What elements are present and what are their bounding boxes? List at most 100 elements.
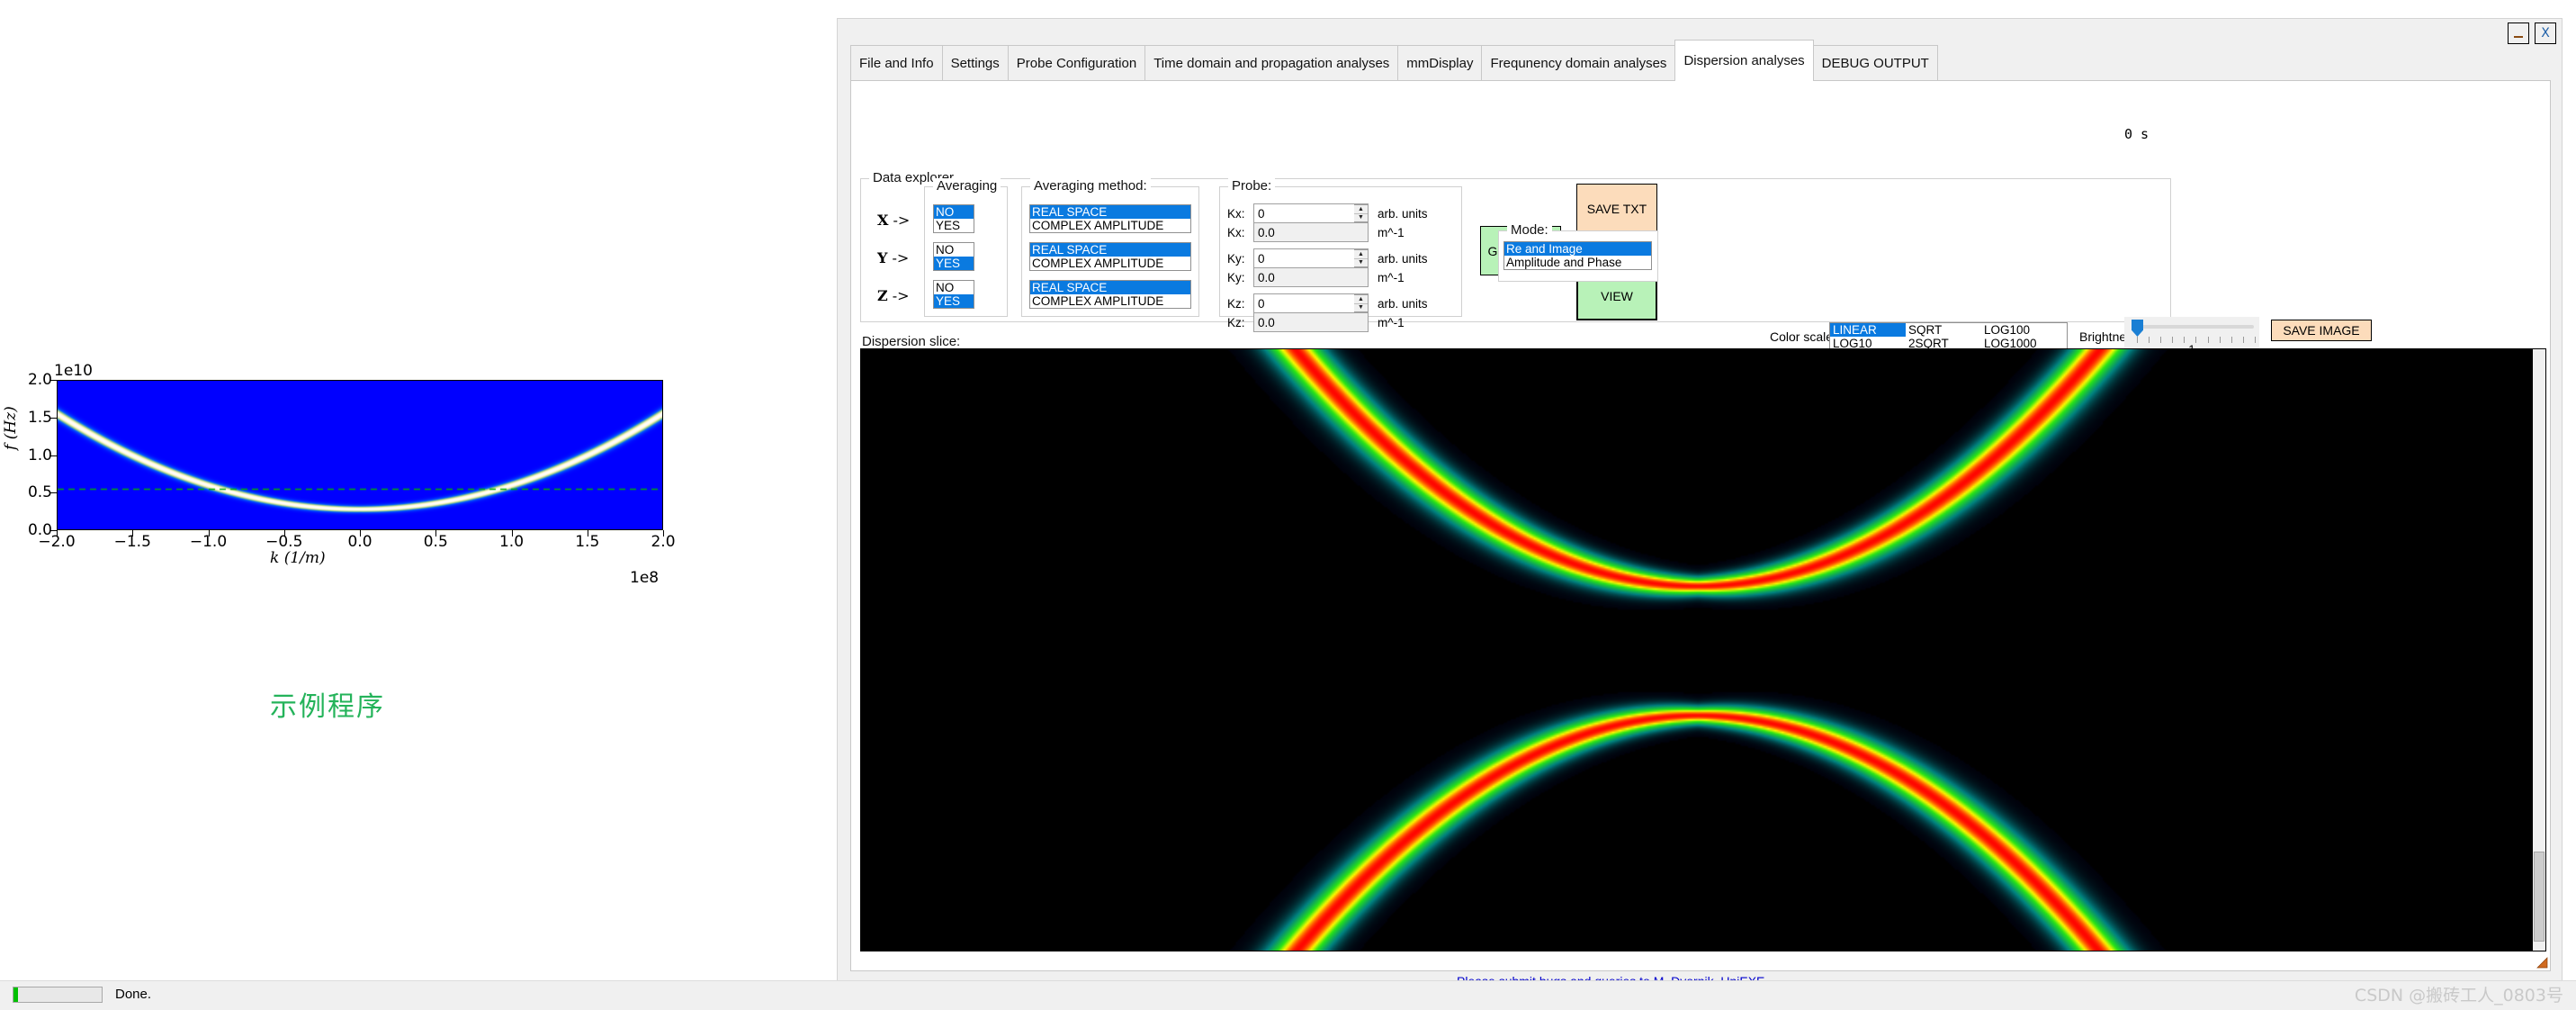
method-option-complex-amplitude[interactable]: COMPLEX AMPLITUDE — [1030, 219, 1190, 232]
color-scale-listbox[interactable]: LINEAR SQRT LOG100 LOG10 2SQRT LOG1000 — [1829, 322, 2068, 351]
stepper-down-icon[interactable]: ▼ — [1354, 214, 1368, 222]
status-bar: Done. CSDN @搬砖工人_0803号 — [0, 980, 2576, 1010]
probe-input-kx-meters[interactable]: 0.0 — [1253, 222, 1369, 242]
averaging-option-yes[interactable]: YES — [934, 294, 974, 308]
save-txt-button[interactable]: SAVE TXT — [1576, 184, 1657, 233]
data-explorer-group: Data explorer Averaging Averaging method… — [860, 170, 2171, 332]
mode-title: Mode: — [1507, 222, 1552, 238]
probe-input-kz-meters[interactable]: 0.0 — [1253, 312, 1369, 332]
tab-debug-output[interactable]: DEBUG OUTPUT — [1812, 45, 1938, 81]
averaging-option-yes[interactable]: YES — [934, 219, 974, 232]
stepper-up-icon[interactable]: ▲ — [1354, 295, 1368, 304]
method-option-real-space[interactable]: REAL SPACE — [1030, 205, 1190, 219]
axis-label-z: Z -> — [877, 287, 910, 304]
x-tick-mark — [511, 530, 513, 537]
dispersion-image-frame — [860, 348, 2546, 951]
x-tick-mark — [132, 530, 134, 537]
window-controls: X — [2508, 23, 2556, 44]
probe-stepper-ky-arb[interactable]: ▲ ▼ — [1354, 249, 1369, 267]
x-tick-mark — [283, 530, 285, 537]
resize-grip-icon[interactable] — [2536, 957, 2548, 969]
averaging-listbox-y[interactable]: NO YES — [933, 242, 974, 271]
dispersion-heatmap-canvas — [58, 381, 662, 529]
method-option-real-space[interactable]: REAL SPACE — [1030, 243, 1190, 257]
probe-input-kz-arb[interactable]: 0 — [1253, 293, 1369, 313]
probe-input-ky-arb[interactable]: 0 — [1253, 248, 1369, 268]
x-axis-exponent: 1e8 — [630, 569, 660, 587]
y-tick-mark — [50, 530, 57, 531]
dispersion-slice-label: Dispersion slice: — [862, 334, 961, 349]
y-axis-exponent: 1e10 — [54, 362, 93, 380]
minimize-button[interactable] — [2508, 23, 2529, 44]
probe-unit-kx-meters: m^-1 — [1378, 226, 1405, 239]
method-option-complex-amplitude[interactable]: COMPLEX AMPLITUDE — [1030, 257, 1190, 270]
x-axis-label: k (1/m) — [270, 549, 326, 567]
color-scale-option-sqrt[interactable]: SQRT — [1906, 323, 1981, 337]
color-scale-option-log100[interactable]: LOG100 — [1981, 323, 2067, 337]
brightness-slider-thumb[interactable] — [2132, 320, 2143, 337]
tab-bar: File and Info Settings Probe Configuration… — [850, 40, 1938, 81]
probe-group: Probe: Kx: 0 ▲ ▼ arb. units Kx: 0.0 m^-1 Ky: 0 ▲ ▼ a… — [1219, 178, 1462, 332]
probe-stepper-kx-arb[interactable]: ▲ ▼ — [1354, 204, 1369, 222]
averaging-option-no[interactable]: NO — [934, 205, 974, 219]
probe-label-kx-arb: Kx: — [1227, 207, 1245, 221]
scrollbar-thumb[interactable] — [2534, 852, 2545, 942]
averaging-listbox-z[interactable]: NO YES — [933, 280, 974, 309]
averaging-method-listbox-z[interactable]: REAL SPACE COMPLEX AMPLITUDE — [1029, 280, 1191, 309]
probe-unit-kz-arb: arb. units — [1378, 297, 1428, 311]
tab-probe-configuration[interactable]: Probe Configuration — [1007, 45, 1146, 81]
averaging-method-listbox-x[interactable]: REAL SPACE COMPLEX AMPLITUDE — [1029, 204, 1191, 233]
color-scale-label: Color scale: — [1770, 329, 1836, 344]
application-window: X File and Info Settings Probe Configurati… — [837, 18, 2563, 1001]
watermark: CSDN @搬砖工人_0803号 — [2354, 986, 2563, 1005]
tab-settings[interactable]: Settings — [941, 45, 1009, 81]
probe-stepper-kz-arb[interactable]: ▲ ▼ — [1354, 294, 1369, 312]
axis-label-y: Y -> — [877, 249, 910, 266]
mode-option-re-and-image[interactable]: Re and Image — [1504, 242, 1651, 256]
stepper-up-icon[interactable]: ▲ — [1354, 250, 1368, 259]
mode-option-amplitude-and-phase[interactable]: Amplitude and Phase — [1504, 256, 1651, 269]
mode-group: Mode: Re and Image Amplitude and Phase — [1498, 222, 1658, 282]
mode-listbox[interactable]: Re and Image Amplitude and Phase — [1503, 241, 1652, 270]
averaging-listbox-x[interactable]: NO YES — [933, 204, 974, 233]
probe-unit-kz-meters: m^-1 — [1378, 316, 1405, 329]
probe-label-kx-meters: Kx: — [1227, 226, 1245, 239]
dispersion-analyses-panel: 0 s Data explorer Averaging Averaging me… — [850, 80, 2551, 971]
close-icon[interactable]: X — [2535, 23, 2556, 44]
dispersion-image-scrollbar[interactable] — [2533, 349, 2545, 951]
method-option-complex-amplitude[interactable]: COMPLEX AMPLITUDE — [1030, 294, 1190, 308]
dispersion-image-canvas — [861, 349, 2533, 951]
probe-label-ky-arb: Ky: — [1227, 252, 1245, 266]
probe-input-kx-arb[interactable]: 0 — [1253, 203, 1369, 223]
probe-title: Probe: — [1228, 178, 1276, 194]
averaging-option-yes[interactable]: YES — [934, 257, 974, 270]
averaging-method-title: Averaging method: — [1030, 178, 1151, 194]
tab-file-and-info[interactable]: File and Info — [850, 45, 943, 81]
axis-label-x: X -> — [877, 212, 911, 229]
x-tick-mark — [208, 530, 210, 537]
probe-unit-ky-meters: m^-1 — [1378, 271, 1405, 284]
probe-unit-kx-arb: arb. units — [1378, 207, 1428, 221]
y-tick-label: 2.0 — [27, 371, 52, 389]
averaging-method-listbox-y[interactable]: REAL SPACE COMPLEX AMPLITUDE — [1029, 242, 1191, 271]
x-tick-mark — [663, 530, 664, 537]
averaging-option-no[interactable]: NO — [934, 281, 974, 294]
tab-time-domain-and-propagation-analyses[interactable]: Time domain and propagation analyses — [1144, 45, 1399, 81]
y-tick-mark — [50, 380, 57, 381]
stepper-up-icon[interactable]: ▲ — [1354, 205, 1368, 214]
method-option-real-space[interactable]: REAL SPACE — [1030, 281, 1190, 294]
probe-input-ky-meters[interactable]: 0.0 — [1253, 267, 1369, 287]
probe-label-kz-meters: Kz: — [1227, 316, 1245, 329]
stepper-down-icon[interactable]: ▼ — [1354, 259, 1368, 267]
y-tick-label: 0.5 — [27, 483, 52, 502]
tab-frequnency-domain-analyses[interactable]: Frequnency domain analyses — [1481, 45, 1676, 81]
averaging-option-no[interactable]: NO — [934, 243, 974, 257]
save-image-button[interactable]: SAVE IMAGE — [2271, 320, 2372, 341]
stepper-down-icon[interactable]: ▼ — [1354, 304, 1368, 312]
x-tick-mark — [57, 530, 58, 537]
example-program-caption: 示例程序 — [270, 691, 385, 723]
color-scale-option-linear[interactable]: LINEAR — [1830, 323, 1906, 337]
tab-mmdisplay[interactable]: mmDisplay — [1397, 45, 1483, 81]
dispersion-matplotlib-figure: 1e10 f (Hz) k (1/m) 1e8 0.0 0.5 1.0 1.5 2.0 … — [0, 342, 720, 612]
tab-dispersion-analyses[interactable]: Dispersion analyses — [1674, 40, 1814, 81]
